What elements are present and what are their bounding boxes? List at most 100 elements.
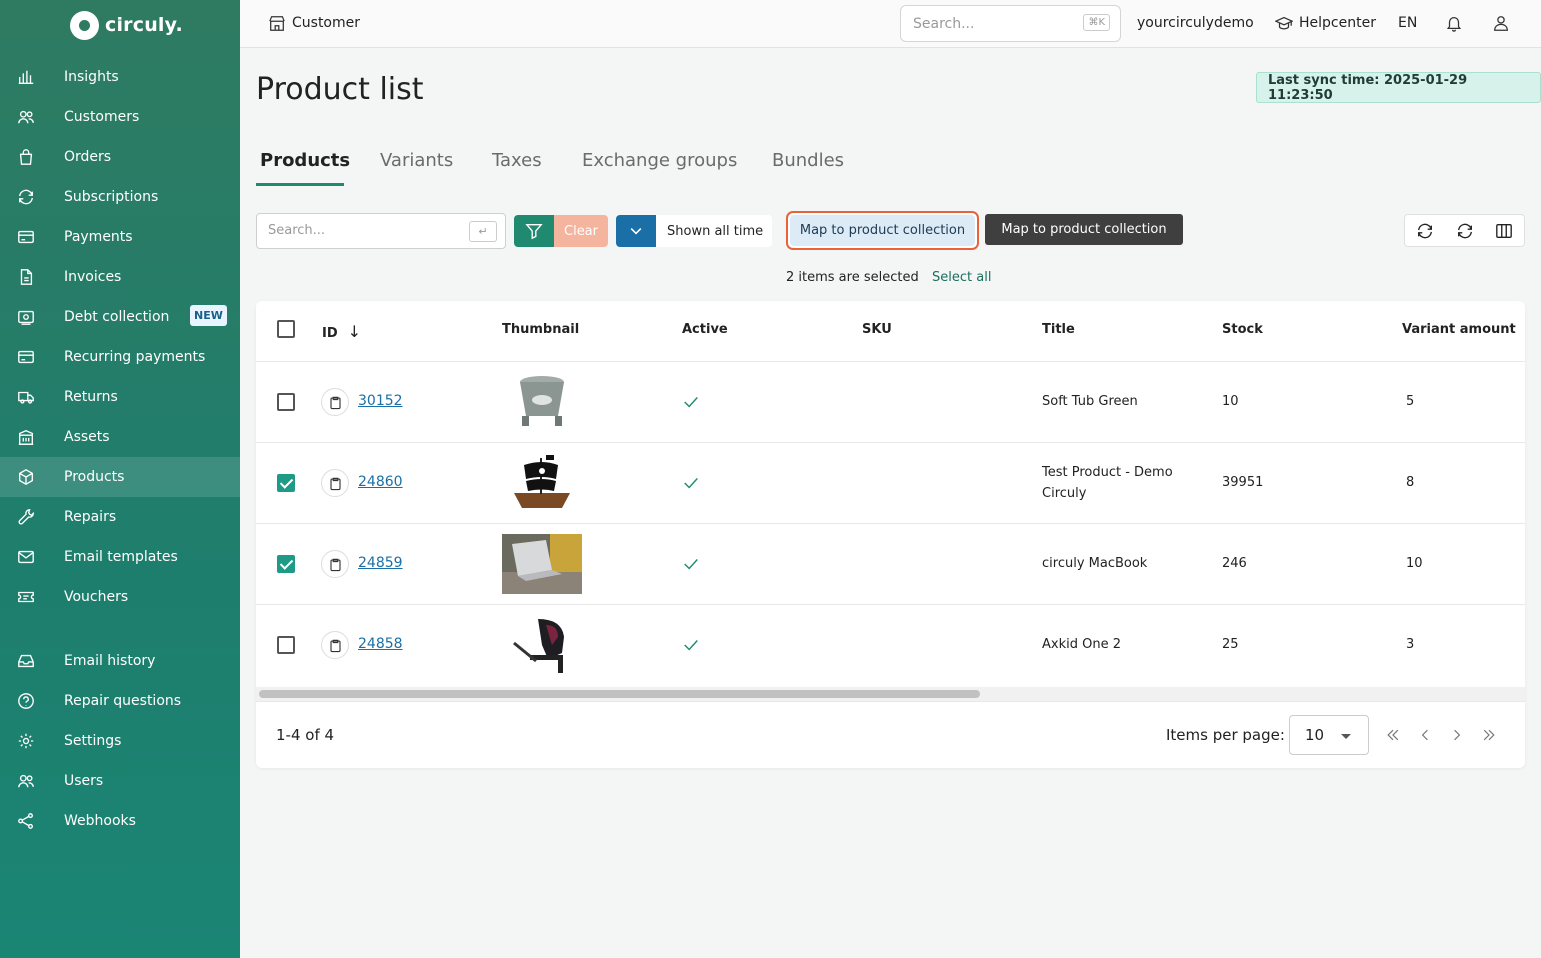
copy-id-button[interactable] — [321, 631, 349, 659]
language-switch[interactable]: EN — [1398, 15, 1417, 31]
new-badge: NEW — [190, 305, 227, 326]
items-per-page-select[interactable]: 10 — [1289, 715, 1369, 755]
sidebar-item-email-history[interactable]: Email history — [0, 641, 240, 681]
table-row[interactable]: 24860 Test Product - Demo Circuly 39951 … — [256, 442, 1525, 523]
sidebar-item-insights[interactable]: Insights — [0, 57, 240, 97]
sync-button[interactable] — [1445, 215, 1485, 246]
helpcenter-link[interactable]: Helpcenter — [1275, 14, 1376, 32]
sidebar-item-returns[interactable]: Returns — [0, 377, 240, 417]
next-page-button[interactable] — [1447, 725, 1467, 745]
top-bar: Customer Search... ⌘K yourcirculydemo He… — [240, 0, 1541, 48]
sidebar-item-vouchers[interactable]: Vouchers — [0, 577, 240, 617]
sidebar-item-debt-collection[interactable]: Debt collection NEW — [0, 297, 240, 337]
column-header-active[interactable]: Active — [682, 322, 728, 337]
horizontal-scrollbar-thumb[interactable] — [259, 690, 980, 698]
sidebar-item-invoices[interactable]: Invoices — [0, 257, 240, 297]
box-icon — [16, 467, 36, 487]
customer-context[interactable]: Customer — [268, 14, 360, 32]
sidebar-item-orders[interactable]: Orders — [0, 137, 240, 177]
sidebar-item-label: Repair questions — [64, 693, 182, 709]
previous-page-button[interactable] — [1415, 725, 1435, 745]
copy-id-button[interactable] — [321, 469, 349, 497]
sidebar-item-payments[interactable]: Payments — [0, 217, 240, 257]
row-checkbox[interactable] — [277, 555, 295, 573]
customer-context-label: Customer — [292, 15, 361, 31]
enter-key-icon[interactable]: ↵ — [469, 221, 497, 242]
profile-button[interactable] — [1492, 14, 1510, 36]
sidebar-item-label: Assets — [64, 429, 110, 445]
tab-exchange-groups[interactable]: Exchange groups — [582, 150, 737, 171]
items-per-page-value: 10 — [1305, 726, 1325, 744]
first-page-button[interactable] — [1383, 725, 1403, 745]
column-header-variant-amount[interactable]: Variant amount — [1402, 322, 1516, 337]
sidebar-item-email-templates[interactable]: Email templates — [0, 537, 240, 577]
global-search-input[interactable]: Search... ⌘K — [900, 5, 1121, 42]
notifications-button[interactable] — [1445, 14, 1463, 36]
global-search-placeholder: Search... — [913, 16, 975, 32]
sidebar-item-assets[interactable]: Assets — [0, 417, 240, 457]
sidebar-item-label: Products — [64, 469, 125, 485]
product-id-link[interactable]: 24859 — [358, 555, 403, 571]
column-header-stock[interactable]: Stock — [1222, 322, 1263, 337]
search-shortcut: ⌘K — [1083, 14, 1110, 31]
product-id-link[interactable]: 30152 — [358, 393, 403, 409]
select-all-link[interactable]: Select all — [932, 270, 991, 285]
bell-icon — [1446, 16, 1462, 32]
product-id-link[interactable]: 24858 — [358, 636, 403, 652]
product-thumbnail — [502, 372, 582, 432]
sidebar-item-settings[interactable]: Settings — [0, 721, 240, 761]
sidebar-item-subscriptions[interactable]: Subscriptions — [0, 177, 240, 217]
account-name[interactable]: yourcirculydemo — [1137, 15, 1254, 31]
product-stock: 25 — [1222, 637, 1239, 652]
columns-button[interactable] — [1484, 215, 1524, 246]
sidebar-item-label: Recurring payments — [64, 349, 206, 365]
sidebar-item-recurring-payments[interactable]: Recurring payments — [0, 337, 240, 377]
tab-variants[interactable]: Variants — [380, 150, 453, 171]
date-range-toggle[interactable] — [616, 215, 656, 247]
copy-id-button[interactable] — [321, 388, 349, 416]
brand-logo[interactable]: circuly. — [70, 10, 183, 40]
row-checkbox[interactable] — [277, 393, 295, 411]
pirate-ship-image — [502, 453, 582, 513]
product-thumbnail — [502, 615, 582, 675]
gear-icon — [16, 731, 36, 751]
product-id-link[interactable]: 24860 — [358, 474, 403, 490]
macbook-image — [502, 534, 582, 594]
chevron-right-icon — [1454, 729, 1461, 741]
sidebar-item-repair-questions[interactable]: Repair questions — [0, 681, 240, 721]
table-row[interactable]: 24859 circuly MacBook 246 10 — [256, 523, 1525, 604]
tab-taxes[interactable]: Taxes — [492, 150, 542, 171]
date-range-label[interactable]: Shown all time — [656, 215, 772, 247]
column-header-id[interactable]: ID ↓ — [322, 322, 361, 341]
refresh-button[interactable] — [1405, 215, 1445, 246]
sidebar-item-products[interactable]: Products — [0, 457, 240, 497]
sidebar-item-repairs[interactable]: Repairs — [0, 497, 240, 537]
product-stock: 39951 — [1222, 475, 1264, 490]
product-stock: 246 — [1222, 556, 1247, 571]
sidebar-item-users[interactable]: Users — [0, 761, 240, 801]
copy-id-button[interactable] — [321, 550, 349, 578]
table-row[interactable]: 24858 Axkid One 2 25 3 — [256, 604, 1525, 685]
users-icon — [16, 771, 36, 791]
table-actions-group — [1404, 214, 1525, 247]
sidebar-item-webhooks[interactable]: Webhooks — [0, 801, 240, 841]
row-checkbox[interactable] — [277, 636, 295, 654]
shopping-bag-icon — [16, 147, 36, 167]
map-to-product-collection-button[interactable]: Map to product collection — [786, 211, 979, 250]
footer-divider — [256, 701, 1525, 702]
column-header-thumbnail[interactable]: Thumbnail — [502, 322, 579, 337]
column-header-sku[interactable]: SKU — [862, 322, 892, 337]
clipboard-icon — [329, 558, 341, 571]
column-header-title[interactable]: Title — [1042, 322, 1075, 337]
tab-products[interactable]: Products — [260, 150, 350, 171]
variant-amount: 10 — [1406, 556, 1423, 571]
filter-button[interactable] — [514, 215, 554, 247]
clear-filters-button[interactable]: Clear — [554, 215, 608, 247]
select-all-checkbox[interactable] — [277, 320, 295, 338]
row-checkbox[interactable] — [277, 474, 295, 492]
tab-bundles[interactable]: Bundles — [772, 150, 844, 171]
product-search-input[interactable]: Search... ↵ — [256, 213, 506, 249]
sidebar-item-customers[interactable]: Customers — [0, 97, 240, 137]
table-row[interactable]: 30152 Soft Tub Green 10 5 — [256, 361, 1525, 442]
last-page-button[interactable] — [1479, 725, 1499, 745]
